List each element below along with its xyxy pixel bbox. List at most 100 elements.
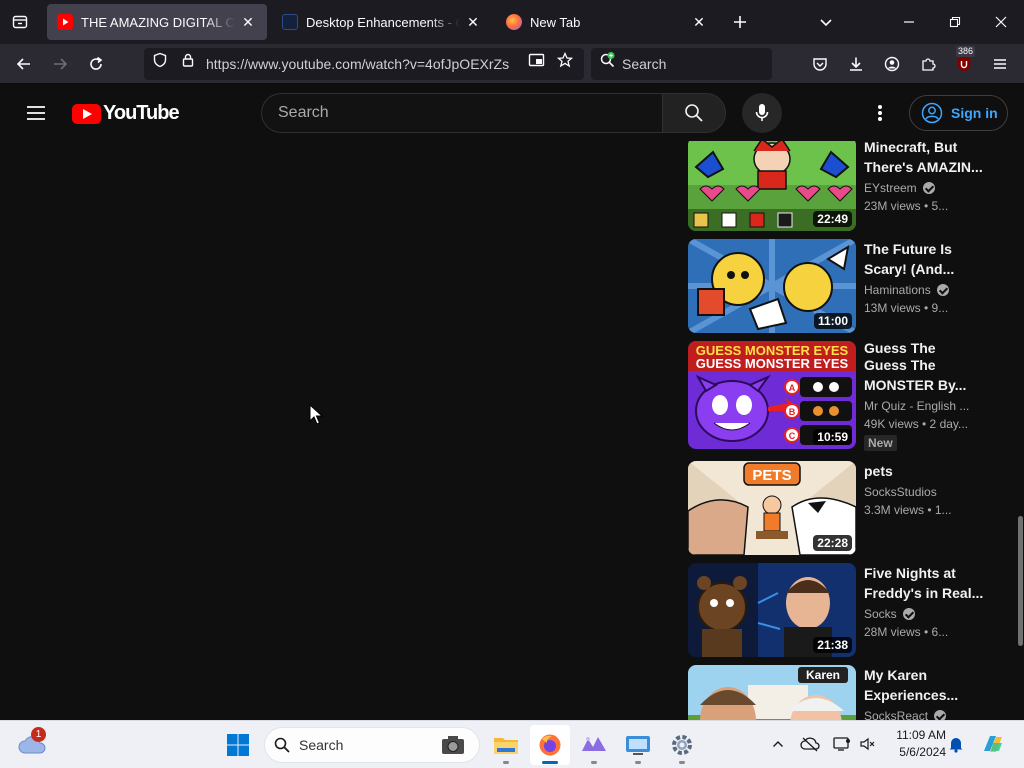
option-letter: B [789, 407, 796, 417]
video-thumbnail[interactable]: GUESS MONSTER EYES GUESS MONSTER EYES A … [688, 341, 856, 449]
taskbar-firefox[interactable] [530, 725, 570, 765]
close-tab-icon[interactable]: ✕ [690, 13, 708, 31]
account-icon [884, 56, 900, 72]
video-thumbnail[interactable]: 11:00 [688, 239, 856, 333]
volume-tray-button[interactable] [858, 734, 878, 754]
copilot-icon [984, 736, 1002, 752]
display-tray-button[interactable] [832, 734, 852, 754]
downloads-button[interactable] [842, 50, 870, 78]
close-tab-icon[interactable]: ✕ [464, 13, 482, 31]
taskbar-settings[interactable] [662, 725, 702, 765]
taskbar-app-purple[interactable] [574, 725, 614, 765]
video-title[interactable]: pets [864, 461, 994, 481]
back-button[interactable] [10, 50, 38, 78]
recommendations-list: 22:49 Minecraft, But There's AMAZIN... E… [688, 141, 1018, 720]
video-title[interactable]: Guess The MONSTER By... [864, 355, 994, 395]
close-tab-icon[interactable]: ✕ [239, 13, 257, 31]
taskbar-clock[interactable]: 11:09 AM 5/6/2024 [884, 727, 946, 761]
reload-button[interactable] [82, 50, 110, 78]
onedrive-tray-button[interactable] [800, 734, 820, 754]
video-meta: My Karen Experiences... SocksReact [864, 665, 994, 720]
reader-view-button[interactable] [527, 50, 547, 70]
video-channel[interactable]: Mr Quiz - English ... [864, 399, 994, 413]
taskbar-file-explorer[interactable] [486, 725, 526, 765]
tab-desktop-enhancements[interactable]: Desktop Enhancements - Other ✕ [272, 4, 492, 40]
microphone-icon [755, 104, 769, 121]
notifications-button[interactable] [946, 734, 966, 754]
video-thumbnail[interactable]: Karen [688, 665, 856, 720]
youtube-search-input[interactable]: Search [261, 93, 663, 133]
restore-button[interactable] [932, 0, 978, 44]
youtube-play-icon [72, 103, 101, 124]
taskbar-control-panel[interactable] [618, 725, 658, 765]
clock-date: 5/6/2024 [899, 745, 946, 759]
hamburger-icon [994, 59, 1006, 69]
video-channel[interactable]: SocksStudios [864, 485, 994, 499]
new-tab-button[interactable] [726, 8, 754, 36]
copilot-button[interactable] [980, 731, 1006, 757]
forward-button[interactable] [46, 50, 74, 78]
search-engine-icon[interactable] [598, 50, 618, 70]
guide-menu-button[interactable] [22, 99, 50, 127]
video-title[interactable]: Minecraft, But There's AMAZIN... [864, 141, 994, 177]
star-icon [557, 52, 573, 68]
lock-icon [182, 53, 194, 67]
tab-youtube[interactable]: THE AMAZING DIGITAL CIRCUS ✕ [47, 4, 267, 40]
video-title[interactable]: My Karen Experiences... [864, 665, 994, 705]
browser-tab-strip: THE AMAZING DIGITAL CIRCUS ✕ Desktop Enh… [0, 0, 1024, 44]
video-duration: 10:59 [813, 429, 852, 445]
video-channel[interactable]: Haminations [864, 283, 994, 297]
video-stats: 13M views • 9... [864, 301, 949, 315]
extensions-button[interactable] [914, 50, 942, 78]
sign-in-button[interactable]: Sign in [909, 95, 1008, 131]
running-indicator [679, 761, 685, 764]
firefox-view-button[interactable] [6, 8, 34, 36]
video-meta: Five Nights at Freddy's in Real... Socks… [864, 563, 994, 639]
start-button[interactable] [218, 725, 258, 765]
video-stats: 28M views • 6... [864, 625, 949, 639]
video-meta: Minecraft, But There's AMAZIN... EYstree… [864, 141, 994, 213]
video-title[interactable]: The Future Is Scary! (And... [864, 239, 994, 279]
clock-time: 11:09 AM [896, 728, 946, 742]
video-title[interactable]: Five Nights at Freddy's in Real... [864, 563, 994, 603]
video-thumbnail[interactable]: 22:49 [688, 141, 856, 231]
page-scrollbar-thumb[interactable] [1018, 516, 1023, 646]
bookmark-button[interactable] [555, 50, 575, 70]
youtube-logo[interactable]: YouTube [72, 102, 180, 125]
video-thumbnail[interactable]: 21:38 [688, 563, 856, 657]
app-menu-button[interactable] [986, 50, 1014, 78]
show-hidden-icons-button[interactable] [768, 734, 788, 754]
browser-search-field[interactable]: Search [591, 48, 772, 80]
search-icon [274, 737, 290, 753]
restore-icon [949, 16, 961, 28]
close-window-button[interactable] [978, 0, 1024, 44]
arrow-right-icon [54, 58, 68, 70]
tab-new-tab[interactable]: New Tab ✕ [496, 4, 718, 40]
minimize-button[interactable] [886, 0, 932, 44]
video-thumbnail[interactable]: PETS 22:28 [688, 461, 856, 555]
mouse-cursor-icon [309, 404, 323, 425]
channel-name: SocksStudios [864, 485, 937, 499]
account-button[interactable] [878, 50, 906, 78]
url-text: https://www.youtube.com/watch?v=4ofJpOEX… [206, 56, 510, 72]
thumbnail-sign-text: PETS [752, 467, 791, 484]
pocket-button[interactable] [806, 50, 834, 78]
tracking-protection-button[interactable] [150, 50, 170, 70]
video-stats: 49K views • 2 day... [864, 417, 969, 431]
video-channel[interactable]: EYstreem [864, 181, 994, 195]
notification-count-badge: 1 [31, 727, 46, 742]
video-channel[interactable]: SocksReact [864, 709, 994, 720]
voice-search-button[interactable] [742, 93, 782, 133]
video-channel[interactable]: Socks [864, 607, 994, 621]
youtube-search-button[interactable] [662, 93, 726, 133]
list-all-tabs-button[interactable] [812, 8, 840, 36]
channel-name: Mr Quiz - English ... [864, 399, 970, 413]
youtube-wordmark: YouTube [103, 102, 180, 124]
windows-logo-icon [227, 734, 249, 756]
settings-more-button[interactable] [866, 99, 894, 127]
site-info-button[interactable] [178, 50, 198, 70]
app-icon [582, 737, 606, 751]
windows-taskbar: 1 Search 11:09 AM 5/6/2024 [0, 720, 1024, 768]
thumbnail-banner-text: GUESS MONSTER EYES [696, 356, 849, 371]
address-bar[interactable]: https://www.youtube.com/watch?v=4ofJpOEX… [144, 48, 584, 80]
